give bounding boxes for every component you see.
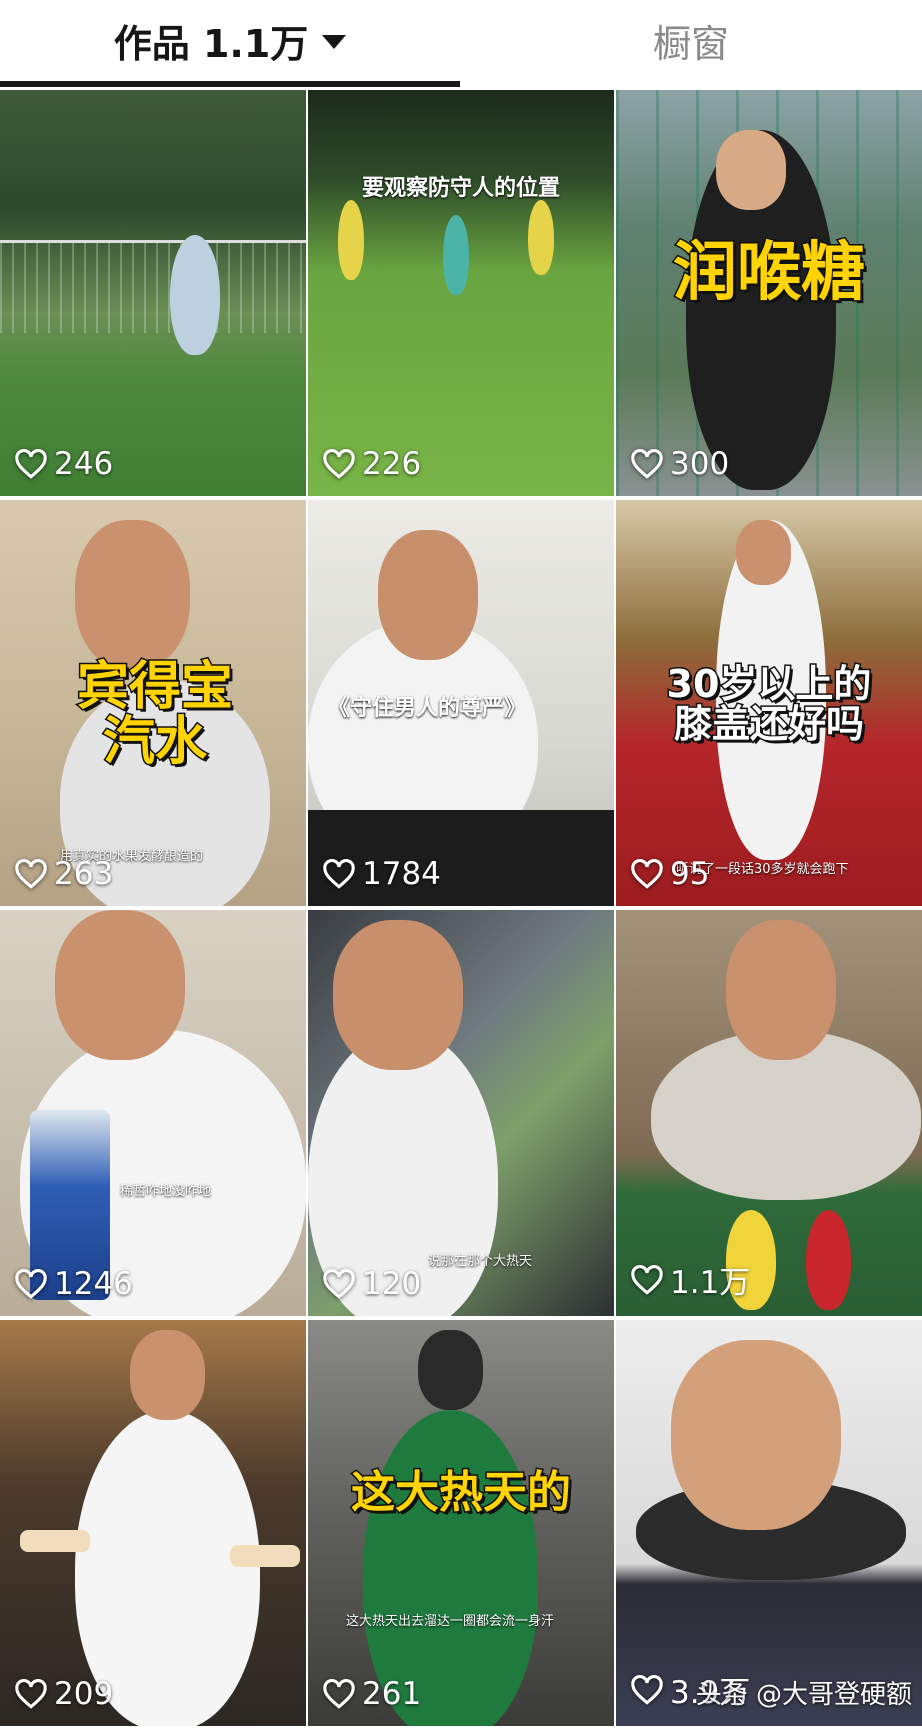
video-thumbnail: [308, 90, 614, 496]
heart-outline-icon: [15, 1268, 47, 1299]
like-count: 300: [630, 446, 729, 482]
like-count: 246: [14, 446, 113, 482]
like-count-value: 263: [54, 856, 114, 892]
video-caption: 30岁以上的 膝盖还好吗: [665, 662, 873, 746]
caret-down-icon[interactable]: [322, 35, 347, 49]
like-count-value: 95: [670, 856, 710, 892]
video-thumbnail: [308, 1320, 614, 1726]
heart-outline-icon: [631, 448, 663, 479]
video-caption: 要观察防守人的位置: [361, 176, 560, 201]
video-tile[interactable]: 《守住男人的尊严》 1784: [308, 500, 614, 906]
heart-outline-icon: [323, 1678, 355, 1709]
like-count: 263: [14, 856, 113, 892]
watermark-text: 头条 @大哥登硬额: [695, 1680, 912, 1710]
heart-outline-icon: [631, 1264, 663, 1295]
like-count: 95: [630, 856, 709, 892]
video-tile[interactable]: 说那在那个大热天 120: [308, 910, 614, 1316]
like-count-value: 226: [362, 446, 422, 482]
like-count-value: 1246: [54, 1266, 133, 1302]
like-count-value: 300: [670, 446, 730, 482]
watermark: 头条 @大哥登硬额: [696, 1674, 912, 1711]
tab-works[interactable]: 作品 1.1万: [0, 0, 460, 80]
video-tile[interactable]: 宾得宝 汽水 用真实的水果发酵酿造的 263: [0, 500, 306, 906]
tab-shop[interactable]: 橱窗: [460, 0, 922, 80]
video-thumbnail: [0, 1320, 306, 1726]
heart-outline-icon: [323, 448, 355, 479]
heart-outline-icon: [323, 858, 355, 889]
video-subcaption: 说那在那个大热天: [428, 1254, 533, 1269]
like-count-value: 246: [54, 446, 114, 482]
heart-outline-icon: [15, 1678, 47, 1709]
heart-outline-icon: [15, 858, 47, 889]
video-tile[interactable]: 这大热天的 这大热天出去溜达一圈都会流一身汗 261: [308, 1320, 614, 1726]
like-count-value: 1784: [362, 856, 441, 892]
video-tile[interactable]: 要观察防守人的位置 226: [308, 90, 614, 496]
tab-bar: 作品 1.1万 橱窗: [0, 0, 922, 88]
like-count: 1784: [322, 856, 441, 892]
like-count: 226: [322, 446, 421, 482]
video-tile[interactable]: 润喉糖 300: [616, 90, 922, 496]
heart-outline-icon: [15, 448, 47, 479]
video-thumbnail: [616, 1320, 922, 1726]
tab-shop-label: 橱窗: [652, 21, 729, 66]
like-count-value: 261: [362, 1676, 422, 1712]
like-count: 261: [322, 1676, 421, 1712]
video-tile[interactable]: 1.1万: [616, 910, 922, 1316]
video-tile[interactable]: 3.9万: [616, 1320, 922, 1726]
heart-outline-icon: [631, 1674, 663, 1705]
video-tile[interactable]: 209: [0, 1320, 306, 1726]
video-caption: 宾得宝 汽水: [75, 657, 234, 772]
video-thumbnail: [0, 90, 306, 496]
heart-outline-icon: [323, 1268, 355, 1299]
video-tile[interactable]: 30岁以上的 膝盖还好吗 听说了一段话30多岁就会跑下 95: [616, 500, 922, 906]
video-caption: 润喉糖: [672, 236, 867, 310]
video-thumbnail: [0, 910, 306, 1316]
like-count: 1246: [14, 1266, 133, 1302]
like-count-value: 1.1万: [670, 1265, 751, 1301]
like-count: 209: [14, 1676, 113, 1712]
video-tile[interactable]: 246: [0, 90, 306, 496]
tab-works-label: 作品 1.1万: [113, 21, 309, 66]
video-caption: 这大热天的: [350, 1467, 573, 1518]
like-count: 120: [322, 1266, 421, 1302]
video-subcaption: 这大热天出去溜达一圈都会流一身汗: [346, 1614, 555, 1629]
like-count-value: 120: [362, 1266, 422, 1302]
video-thumbnail: [616, 910, 922, 1316]
video-tile[interactable]: 稀哲咋地没咋地 1246: [0, 910, 306, 1316]
video-subcaption: 稀哲咋地没咋地: [120, 1184, 212, 1199]
like-count-value: 209: [54, 1676, 114, 1712]
active-tab-indicator: [0, 81, 460, 87]
heart-outline-icon: [631, 858, 663, 889]
like-count: 1.1万: [630, 1257, 750, 1302]
video-caption: 《守住男人的尊严》: [328, 696, 527, 721]
